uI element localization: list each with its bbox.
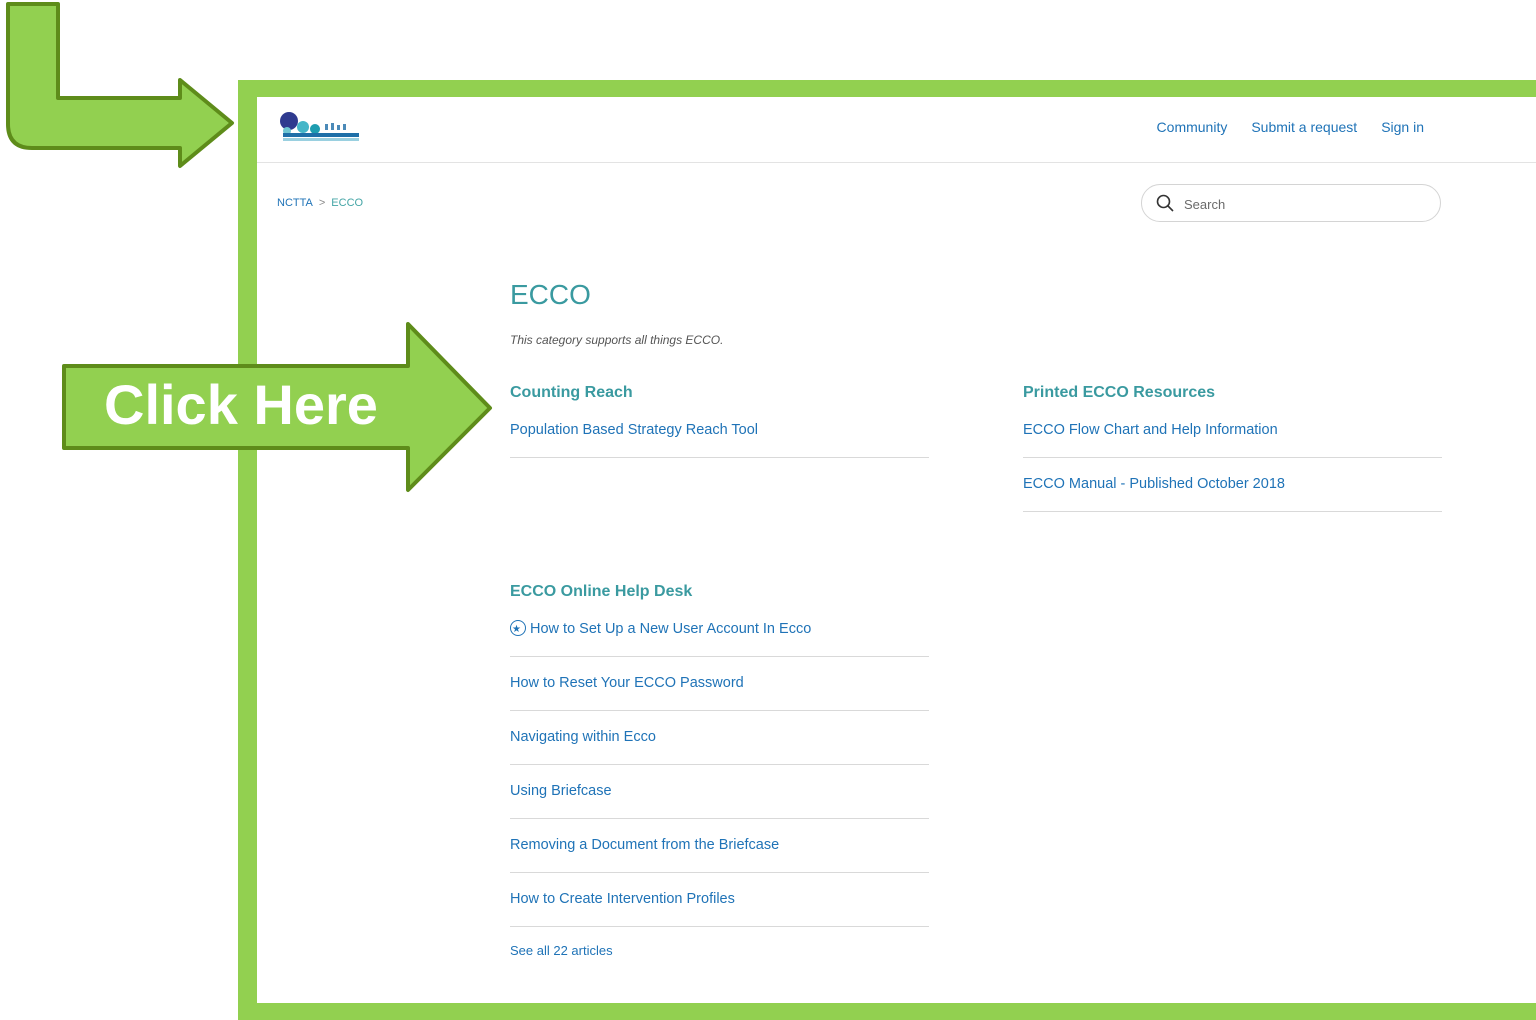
article-link[interactable]: Using Briefcase bbox=[510, 781, 929, 819]
page-title: ECCO bbox=[510, 279, 591, 310]
category-description: This category supports all things ECCO. bbox=[510, 333, 724, 347]
logo bbox=[280, 112, 359, 141]
click-here-label: Click Here bbox=[104, 373, 378, 436]
section-printed-resources: Printed ECCO Resources ECCO Flow Chart a… bbox=[1023, 384, 1442, 528]
article-link[interactable]: Navigating within Ecco bbox=[510, 727, 929, 765]
community-link[interactable]: Community bbox=[1157, 119, 1228, 135]
see-all-articles-link[interactable]: See all 22 articles bbox=[510, 943, 929, 958]
article-link[interactable]: How to Set Up a New User Account In Ecco bbox=[510, 619, 929, 657]
article-link[interactable]: ECCO Manual - Published October 2018 bbox=[1023, 474, 1442, 512]
article-link[interactable]: How to Reset Your ECCO Password bbox=[510, 673, 929, 711]
breadcrumb-current[interactable]: ECCO bbox=[331, 197, 363, 209]
sign-in-link[interactable]: Sign in bbox=[1381, 119, 1424, 135]
breadcrumb-root-link[interactable]: NCTTA bbox=[277, 197, 313, 209]
search-box[interactable] bbox=[1141, 184, 1441, 222]
breadcrumb: NCTTA > ECCO bbox=[277, 197, 363, 209]
article-title: How to Set Up a New User Account In Ecco bbox=[530, 621, 812, 637]
section-help-desk: ECCO Online Help Desk How to Set Up a Ne… bbox=[510, 583, 929, 958]
submit-request-link[interactable]: Submit a request bbox=[1251, 119, 1357, 135]
l-arrow-icon bbox=[6, 2, 234, 168]
section-counting-reach: Counting Reach Population Based Strategy… bbox=[510, 384, 929, 474]
section-title[interactable]: ECCO Online Help Desk bbox=[510, 583, 929, 601]
article-link[interactable]: Removing a Document from the Briefcase bbox=[510, 835, 929, 873]
article-link[interactable]: ECCO Flow Chart and Help Information bbox=[1023, 420, 1442, 458]
search-input[interactable] bbox=[1182, 193, 1426, 215]
article-link[interactable]: Population Based Strategy Reach Tool bbox=[510, 420, 929, 458]
site-header: Community Submit a request Sign in bbox=[257, 97, 1536, 163]
breadcrumb-separator: > bbox=[318, 197, 326, 209]
promoted-star-icon bbox=[510, 619, 526, 640]
help-center-page: Community Submit a request Sign in NCTTA… bbox=[257, 97, 1536, 1003]
section-title[interactable]: Counting Reach bbox=[510, 384, 929, 402]
search-icon bbox=[1156, 194, 1174, 212]
section-title[interactable]: Printed ECCO Resources bbox=[1023, 384, 1442, 402]
top-nav: Community Submit a request Sign in bbox=[1157, 119, 1424, 135]
article-link[interactable]: How to Create Intervention Profiles bbox=[510, 889, 929, 927]
